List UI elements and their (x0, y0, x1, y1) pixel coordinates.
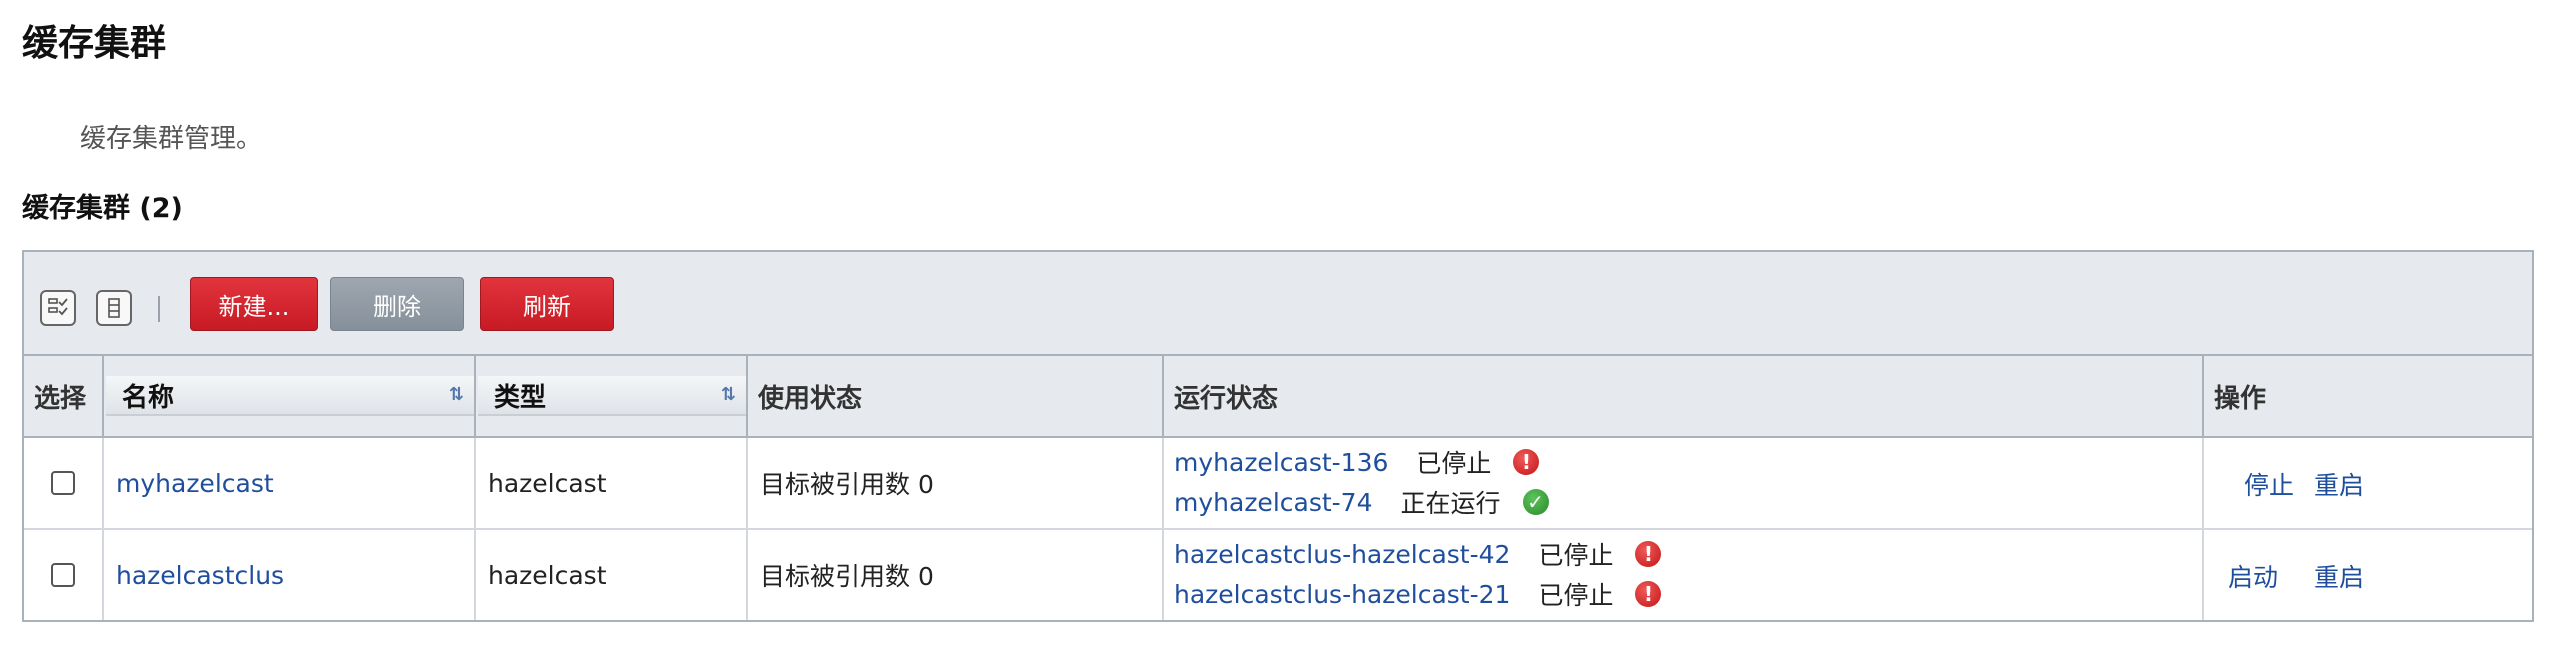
run-status-cell: myhazelcast-136 已停止 ! myhazelcast-74 正在运… (1164, 438, 2204, 528)
stop-link[interactable]: 停止 (2244, 466, 2294, 502)
usage-cell: 目标被引用数 0 (748, 530, 1164, 620)
page-description: 缓存集群管理。 (80, 124, 263, 154)
actions-cell: 启动 重启 (2204, 530, 2532, 620)
instance-state: 已停止 (1538, 541, 1614, 570)
instance-status: hazelcastclus-hazelcast-21 已停止 ! (1174, 574, 1662, 614)
ok-icon: ✓ (1522, 489, 1549, 515)
instance-link[interactable]: myhazelcast-74 (1174, 488, 1373, 517)
instance-state: 已停止 (1416, 449, 1492, 478)
row-select-cell (24, 530, 104, 620)
header-select: 选择 (24, 356, 104, 436)
instance-status: hazelcastclus-hazelcast-42 已停止 ! (1174, 534, 1662, 574)
header-name-col: 名称 ⇅ (104, 356, 476, 436)
sort-icon[interactable]: ⇅ (721, 384, 736, 405)
header-name-label: 名称 (122, 382, 175, 413)
error-icon: ! (1635, 541, 1662, 567)
delete-button[interactable]: 删除 (330, 277, 464, 331)
table-header: 选择 名称 ⇅ 类型 ⇅ 使用状态 运行状态 操作 (24, 356, 2532, 438)
restart-link[interactable]: 重启 (2314, 466, 2364, 502)
sort-icon[interactable]: ⇅ (449, 384, 464, 405)
refresh-button[interactable]: 刷新 (480, 277, 614, 331)
columns-icon[interactable] (96, 290, 132, 326)
checklist-icon[interactable] (40, 290, 76, 326)
instance-status: myhazelcast-74 正在运行 ✓ (1174, 482, 1549, 522)
name-cell: hazelcastclus (104, 530, 476, 620)
row-select-cell (24, 438, 104, 528)
type-cell: hazelcast (476, 530, 748, 620)
header-name[interactable]: 名称 ⇅ (106, 376, 474, 416)
header-run-status: 运行状态 (1164, 356, 2204, 436)
cluster-name-link[interactable]: myhazelcast (116, 469, 274, 498)
toolbar-separator (158, 296, 160, 322)
actions-cell: 停止 重启 (2204, 438, 2532, 528)
header-actions: 操作 (2214, 383, 2267, 414)
table-row: myhazelcast hazelcast 目标被引用数 0 myhazelca… (24, 438, 2532, 530)
cluster-name-link[interactable]: hazelcastclus (116, 561, 284, 590)
instance-link[interactable]: hazelcastclus-hazelcast-42 (1174, 540, 1510, 569)
type-cell: hazelcast (476, 438, 748, 528)
restart-link[interactable]: 重启 (2314, 558, 2364, 594)
instance-link[interactable]: hazelcastclus-hazelcast-21 (1174, 580, 1510, 609)
section-title: 缓存集群 (2) (22, 193, 183, 224)
table-row: hazelcastclus hazelcast 目标被引用数 0 hazelca… (24, 530, 2532, 622)
usage-cell: 目标被引用数 0 (748, 438, 1164, 528)
instance-state: 正在运行 (1400, 489, 1501, 518)
page-title: 缓存集群 (22, 23, 167, 64)
header-usage: 使用状态 (748, 356, 1164, 436)
error-icon: ! (1635, 581, 1662, 607)
cluster-grid: 新建... 删除 刷新 选择 名称 ⇅ 类型 ⇅ 使用状态 运行状态 操作 my… (22, 250, 2534, 622)
new-button[interactable]: 新建... (190, 277, 318, 331)
instance-state: 已停止 (1538, 581, 1614, 610)
header-type[interactable]: 类型 ⇅ (478, 376, 746, 416)
row-checkbox[interactable] (51, 563, 75, 587)
grid-toolbar: 新建... 删除 刷新 (24, 252, 2532, 356)
instance-link[interactable]: myhazelcast-136 (1174, 448, 1388, 477)
header-type-col: 类型 ⇅ (476, 356, 748, 436)
instance-status: myhazelcast-136 已停止 ! (1174, 442, 1540, 482)
error-icon: ! (1513, 449, 1540, 475)
start-link[interactable]: 启动 (2228, 558, 2278, 594)
name-cell: myhazelcast (104, 438, 476, 528)
row-checkbox[interactable] (51, 471, 75, 495)
run-status-cell: hazelcastclus-hazelcast-42 已停止 ! hazelca… (1164, 530, 2204, 620)
header-type-label: 类型 (494, 382, 547, 413)
